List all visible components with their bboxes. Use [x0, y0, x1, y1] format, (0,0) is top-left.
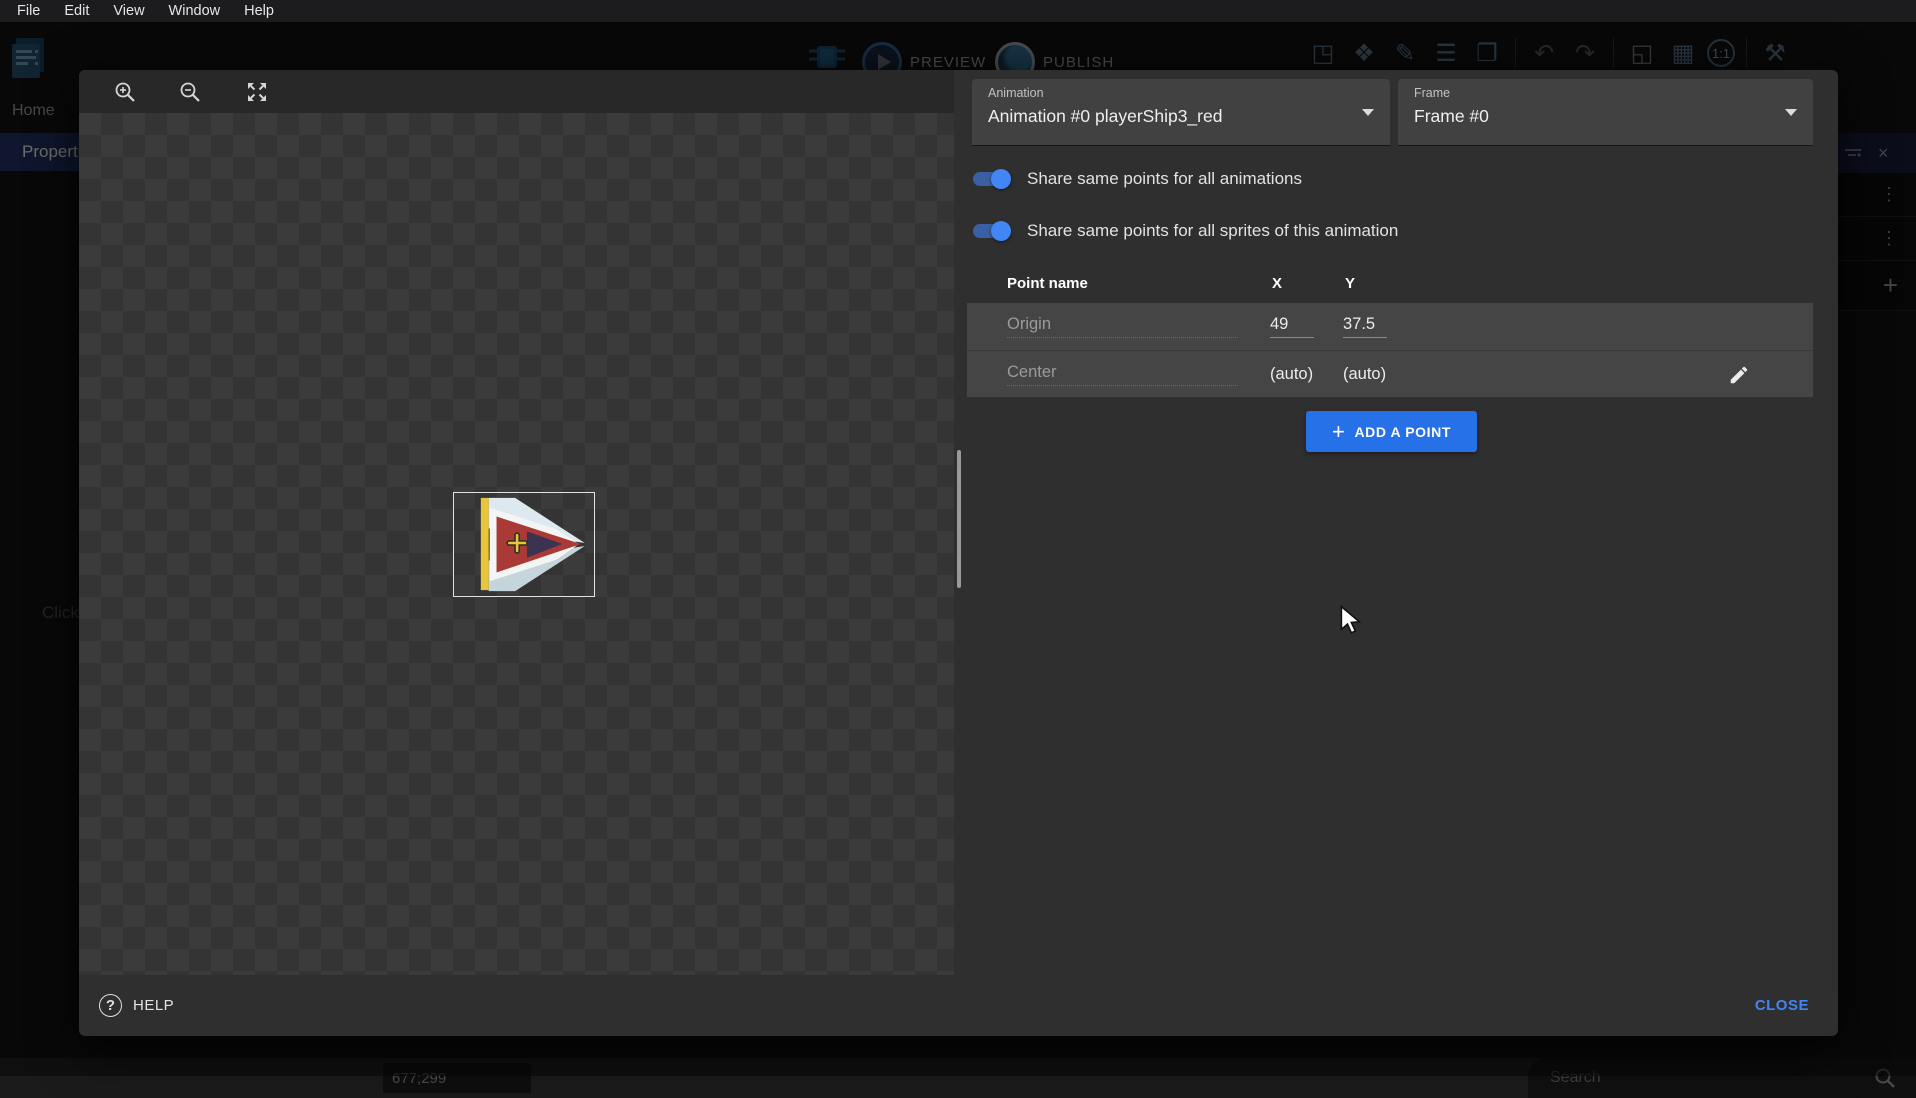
col-x: X — [1272, 275, 1282, 292]
frame-select[interactable]: Frame Frame #0 — [1398, 79, 1813, 146]
col-y: Y — [1345, 275, 1355, 292]
fit-to-screen-icon — [245, 80, 269, 104]
share-points-all-sprites-row: Share same points for all sprites of thi… — [970, 217, 1398, 245]
point-row-center: Center (auto) (auto) — [967, 350, 1813, 397]
player-ship-sprite — [454, 493, 594, 596]
menu-file[interactable]: File — [5, 0, 52, 22]
menu-view[interactable]: View — [101, 0, 156, 22]
zoom-out-button[interactable] — [172, 74, 208, 110]
point-name-field: Center — [1007, 363, 1238, 386]
menu-edit[interactable]: Edit — [52, 0, 101, 22]
zoom-in-button[interactable] — [107, 74, 143, 110]
point-name-field: Origin — [1007, 315, 1238, 338]
point-row-origin: Origin 49 37.5 — [967, 303, 1813, 350]
add-point-button[interactable]: + ADD A POINT — [1306, 411, 1477, 452]
animation-select[interactable]: Animation Animation #0 playerShip3_red — [972, 79, 1390, 146]
share-points-all-animations-toggle[interactable] — [970, 168, 1013, 190]
chevron-down-icon — [1362, 109, 1374, 116]
menu-help[interactable]: Help — [232, 0, 286, 22]
pencil-icon — [1728, 364, 1750, 386]
sprite-selection-box[interactable] — [453, 492, 595, 597]
share-points-all-sprites-toggle[interactable] — [970, 220, 1013, 242]
zoom-in-icon — [113, 80, 137, 104]
mouse-cursor — [1338, 605, 1364, 642]
edit-point-button[interactable] — [1725, 361, 1753, 389]
dialog-footer: ? HELP CLOSE — [79, 975, 1838, 1036]
zoom-out-icon — [178, 80, 202, 104]
canvas-scrollbar[interactable] — [957, 450, 961, 588]
point-x-field[interactable]: (auto) — [1270, 365, 1314, 384]
help-button[interactable]: ? HELP — [99, 994, 174, 1017]
help-icon: ? — [99, 994, 122, 1017]
points-table: Origin 49 37.5 Center (auto) (auto) — [967, 303, 1813, 397]
point-y-field[interactable]: (auto) — [1343, 365, 1387, 384]
point-x-field[interactable]: 49 — [1270, 315, 1314, 338]
points-canvas[interactable] — [79, 113, 954, 975]
point-y-field[interactable]: 37.5 — [1343, 315, 1387, 338]
chevron-down-icon — [1785, 109, 1797, 116]
menu-bar: File Edit View Window Help — [0, 0, 1916, 22]
menu-window[interactable]: Window — [157, 0, 233, 22]
plus-icon: + — [1332, 421, 1345, 443]
canvas-toolbar — [79, 70, 954, 113]
edit-points-dialog: Animation Animation #0 playerShip3_red F… — [79, 70, 1838, 1036]
col-point-name: Point name — [1007, 275, 1088, 292]
share-points-all-animations-row: Share same points for all animations — [970, 165, 1302, 193]
close-button[interactable]: CLOSE — [1755, 997, 1809, 1014]
fit-to-screen-button[interactable] — [239, 74, 275, 110]
